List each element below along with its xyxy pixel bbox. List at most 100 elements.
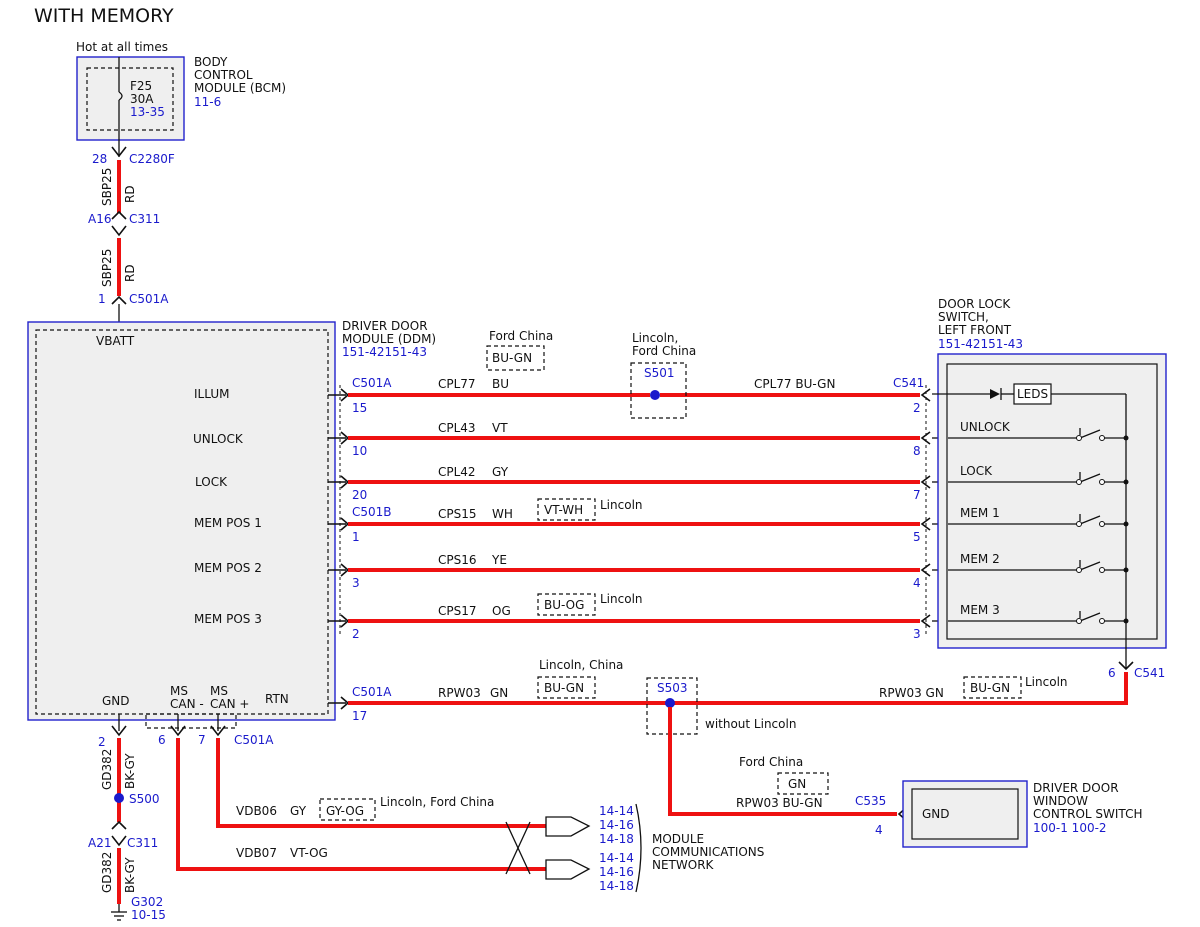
contact-point [1099, 479, 1105, 485]
illum-note: Ford China [489, 329, 553, 343]
fuse-label: F25 [130, 79, 152, 93]
vbatt-label: VBATT [96, 334, 135, 348]
circuit-label: CPS17 [438, 604, 477, 618]
bcm-connector: C2280F [129, 152, 175, 166]
can-wire2-color: VT-OG [290, 846, 328, 860]
rtn-note: Lincoln, China [539, 658, 623, 672]
switch-name-1: DOOR LOCK [938, 297, 1011, 311]
c311-connector: C311 [129, 212, 160, 226]
s503-splice [665, 698, 675, 708]
ddm-name-2: MODULE (DDM) [342, 332, 436, 346]
rtn-right-note: Lincoln [1025, 675, 1068, 689]
vbatt-connector: C501A [129, 292, 169, 306]
gnd-circuit-1: GD382 [100, 749, 114, 790]
window-name-1: DRIVER DOOR [1033, 781, 1119, 795]
net-name-3: NETWORK [652, 858, 715, 872]
illum-right-label: CPL77 BU-GN [754, 377, 835, 391]
contact-point [1076, 521, 1082, 527]
rtn-color: GN [490, 686, 508, 700]
ddm-box [27, 321, 336, 721]
bcm-pin: 28 [92, 152, 107, 166]
hot-label: Hot at all times [76, 40, 168, 54]
can-wire1-note: Lincoln, Ford China [380, 795, 494, 809]
right-connector-label: C541 [893, 376, 924, 390]
contact-point [1076, 479, 1082, 485]
contact-point [1099, 618, 1105, 624]
switch-contact-label: MEM 1 [960, 506, 1000, 520]
gnd-c311-pin: A21 [88, 836, 111, 850]
window-conn: C535 [855, 794, 886, 808]
power-color-2: RD [123, 264, 137, 282]
network-socket-icon [545, 859, 591, 880]
vbatt-pin: 1 [98, 292, 106, 306]
net-name-1: MODULE [652, 832, 704, 846]
switch-contact-label: MEM 2 [960, 552, 1000, 566]
rtn-pin: 17 [352, 709, 367, 723]
can-ref-1c: 14-18 [599, 832, 634, 846]
network-plug-icon [545, 816, 591, 837]
rtn-label: RTN [265, 692, 289, 706]
contact-point [1076, 618, 1082, 624]
contact-point [1099, 567, 1105, 573]
power-circuit-1: SBP25 [100, 168, 114, 206]
bcm-name-3: MODULE (BCM) [194, 81, 286, 95]
right-pin-label: 2 [913, 401, 921, 415]
right-pin-label: 7 [913, 488, 921, 502]
switch-contact-label: LOCK [960, 464, 993, 478]
s501-label: S501 [644, 366, 675, 380]
ms-can-plus-2: CAN + [210, 697, 249, 711]
ms-can-plus-1: MS [210, 684, 228, 698]
ddm-signal-lock: LOCK [195, 475, 228, 489]
right-pin-label: 5 [913, 530, 921, 544]
s503-note: without Lincoln [705, 717, 796, 731]
illum-alt-color: BU-GN [492, 351, 532, 365]
rtn-right-alt: BU-GN [970, 681, 1010, 695]
ddm-signal-unlock: UNLOCK [193, 432, 244, 446]
g302-ref: 10-15 [131, 908, 166, 922]
switch-name-3: LEFT FRONT [938, 323, 1012, 337]
left-pin-label: 2 [352, 627, 360, 641]
power-circuit-2: SBP25 [100, 249, 114, 287]
contact-point [1099, 435, 1105, 441]
can-wire1-circuit: VDB06 [236, 804, 277, 818]
right-pin-label: 8 [913, 444, 921, 458]
ddm-signal-illum: ILLUM [194, 387, 229, 401]
window-note: Ford China [739, 755, 803, 769]
contact-point [1076, 567, 1082, 573]
wire-color-label: GY [492, 465, 509, 479]
wire-color-label: BU [492, 377, 509, 391]
gnd-circuit-2: GD382 [100, 852, 114, 893]
bcm-ref: 11-6 [194, 95, 221, 109]
ms-can-minus-2: CAN - [170, 697, 204, 711]
left-pin-label: 10 [352, 444, 367, 458]
window-name-2: WINDOW [1033, 794, 1088, 808]
left-connector-label: C501A [352, 376, 392, 390]
switch-rtn-conn: C541 [1134, 666, 1165, 680]
window-wire-label: RPW03 BU-GN [736, 796, 823, 810]
can-ref-1b: 14-16 [599, 818, 634, 832]
can-wire1-color: GY [290, 804, 307, 818]
gnd-color-2: BK-GY [123, 857, 137, 893]
bcm-name-2: CONTROL [194, 68, 253, 82]
s501-note-1: Lincoln, [632, 331, 678, 345]
ddm-name-1: DRIVER DOOR [342, 319, 428, 333]
ddm-signal-mem1: MEM POS 1 [194, 516, 262, 530]
can-connector: C501A [234, 733, 274, 747]
circuit-label: CPS15 [438, 507, 477, 521]
can-ref-2c: 14-18 [599, 879, 634, 893]
window-alt-color: GN [788, 777, 806, 791]
wire-color-label: OG [492, 604, 511, 618]
leds-label: LEDS [1017, 387, 1048, 401]
s500-label: S500 [129, 792, 160, 806]
mem1-note: Lincoln [600, 498, 643, 512]
ddm-ref: 151-42151-43 [342, 345, 427, 359]
circuit-label: CPS16 [438, 553, 477, 567]
ddm-gnd-label: GND [102, 694, 130, 708]
fuse-ref: 13-35 [130, 105, 165, 119]
switch-name-2: SWITCH, [938, 310, 989, 324]
gnd-color-1: BK-GY [123, 753, 137, 789]
left-connector-label: C501B [352, 505, 392, 519]
mem3-alt-color: BU-OG [544, 598, 584, 612]
s501-splice [650, 390, 660, 400]
page-title: WITH MEMORY [34, 5, 174, 27]
